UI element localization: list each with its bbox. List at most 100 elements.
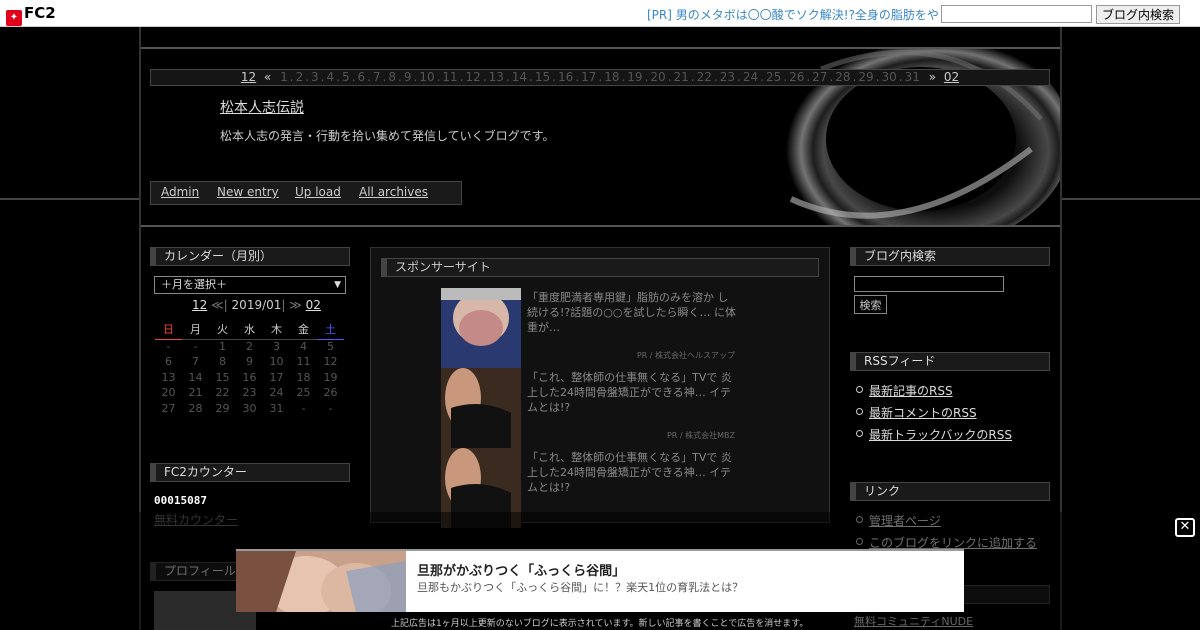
- fc2-logo[interactable]: ✦ FC2: [6, 4, 56, 26]
- day-separator: .: [459, 70, 464, 84]
- blog-description: 松本人志の発言・行動を拾い集めて発信していくブログです。: [220, 129, 555, 143]
- visitor-counter: 00015087: [154, 494, 207, 507]
- weekday-label: 水: [236, 322, 263, 340]
- day-link: 9: [403, 70, 412, 84]
- day-link: 23: [719, 70, 736, 84]
- next-arrow: »: [928, 70, 937, 84]
- prev-month-link[interactable]: 12: [241, 70, 256, 84]
- menu-all-archives[interactable]: All archives: [359, 185, 428, 199]
- fc2-fox-icon: ✦: [6, 10, 22, 26]
- day-separator: .: [783, 70, 788, 84]
- day-separator: .: [367, 70, 371, 84]
- calendar-day: 5: [327, 339, 334, 353]
- calendar-day: 24: [269, 386, 284, 399]
- rss-entries-link[interactable]: 最新記事のRSS: [869, 384, 953, 398]
- blog-search-input[interactable]: [854, 276, 1004, 292]
- calendar-day: 30: [242, 401, 257, 415]
- next-month-link[interactable]: 02: [944, 70, 959, 84]
- day-link: 2: [295, 70, 304, 84]
- calendar-day: 31: [269, 401, 284, 415]
- close-icon[interactable]: ✕: [1175, 518, 1195, 537]
- calendar-day: 9: [246, 355, 253, 368]
- top-search-input[interactable]: [941, 5, 1092, 23]
- day-link: 3: [311, 70, 319, 84]
- weekday-label: 土: [317, 322, 344, 340]
- weekday-label: 木: [263, 322, 290, 340]
- ad-source: PR / 株式会社MBZ: [666, 431, 735, 440]
- calendar-day: -: [328, 401, 333, 415]
- day-link: 24: [742, 70, 759, 84]
- day-link: 25: [765, 70, 782, 84]
- ad-text[interactable]: 「重度肥満者専用鍵」脂肪のみを溶か し続ける!?話題の○○を試したら瞬く… に体…: [527, 290, 737, 335]
- day-link: 5: [341, 70, 350, 84]
- cal-next-link[interactable]: 02: [306, 298, 321, 312]
- day-link: 10: [419, 70, 435, 84]
- day-archive-bar: 12 « 1. 2. 3. 4. 5. 6. 7. 8. 9. 10. 11. 12. 13. 14. 15…: [150, 69, 1050, 86]
- day-link: 20: [650, 70, 666, 84]
- day-separator: .: [436, 70, 441, 84]
- day-separator: .: [760, 70, 764, 84]
- day-separator: .: [575, 70, 580, 84]
- calendar-day: 3: [273, 339, 280, 353]
- overlay-ad-note: 上記広告は1ヶ月以上更新のないブログに表示されています。新しい記事を書くことで広…: [391, 619, 809, 629]
- overlay-ad-card[interactable]: 旦那がかぶりつく「ふっくら谷間」 旦那もかぶりつく「ふっくら谷間」に！？楽天1位…: [236, 549, 964, 612]
- day-separator: .: [621, 70, 626, 84]
- chevron-down-icon: ▼: [334, 280, 341, 290]
- blog-search-button[interactable]: 検索: [854, 295, 887, 314]
- cal-prev-link[interactable]: 12: [192, 298, 207, 312]
- ad-thumbnail[interactable]: [441, 288, 521, 368]
- overlay-ad-title[interactable]: 旦那がかぶりつく「ふっくら谷間」: [417, 560, 625, 579]
- header-rule-left: [0, 198, 139, 200]
- day-separator: .: [552, 70, 556, 84]
- calendar-week: 20 21 22 23 24 25 26: [155, 386, 345, 402]
- rss-trackbacks-link[interactable]: 最新トラックバックのRSS: [869, 428, 1012, 442]
- menu-new-entry[interactable]: New entry: [217, 185, 279, 199]
- ad-text[interactable]: 「これ、整体師の仕事無くなる」TVで 炎上した24時間骨盤矯正ができる神… イテ…: [527, 450, 737, 495]
- weekday-label: 日: [155, 322, 182, 340]
- calendar-day: 4: [300, 339, 307, 353]
- calendar-day: 15: [215, 370, 230, 384]
- blog-title[interactable]: 松本人志伝説: [220, 97, 304, 117]
- calendar-day: 14: [188, 370, 203, 384]
- overlay-ad-image[interactable]: [236, 551, 406, 612]
- day-separator: .: [737, 70, 741, 84]
- calendar-day: -: [193, 339, 198, 353]
- calendar-day: 13: [161, 370, 176, 384]
- day-separator: .: [289, 70, 294, 84]
- menu-upload[interactable]: Up load: [295, 185, 341, 199]
- calendar-day: 17: [269, 370, 284, 384]
- day-separator: .: [806, 70, 811, 84]
- calendar-day: -: [166, 339, 171, 353]
- calendar-nav: 12 ≪| 2019/01| ≫ 02: [192, 298, 321, 312]
- links-heading: リンク: [850, 482, 1050, 501]
- day-link: 12: [465, 70, 481, 84]
- calendar-day: 26: [323, 386, 338, 399]
- calendar-day: 11: [296, 355, 311, 368]
- calendar-day: 6: [165, 355, 172, 368]
- rss-comments-link[interactable]: 最新コメントのRSS: [869, 406, 977, 420]
- day-separator: .: [898, 70, 903, 84]
- day-link: 31: [904, 70, 920, 84]
- weekday-label: 火: [209, 322, 236, 340]
- top-search-button[interactable]: ブログ内検索: [1096, 5, 1180, 24]
- list-item: 最新コメントのRSS: [856, 404, 1012, 426]
- calendar-day: 18: [296, 370, 311, 384]
- day-separator: .: [398, 70, 402, 84]
- day-link: 18: [604, 70, 620, 84]
- sponsor-box: スポンサーサイト 「重度肥満者専用鍵」脂肪のみを溶か し続ける!?話題の○○を試…: [370, 247, 830, 528]
- menu-admin[interactable]: Admin: [161, 185, 199, 199]
- calendar-grid: 日月火水木金土 - -1 2 3 4 5 6 7 8 9 10 11 12 13 14 15 16 17 18 19 2…: [155, 322, 345, 417]
- fc2-top-bar: ✦ FC2 [PR] 男のメタボは〇〇酸でソク解決!?全身の脂肪をや ブログ内検索: [0, 0, 1200, 27]
- month-select[interactable]: ＋月を選択＋ ▼: [154, 276, 346, 294]
- pr-ad-link[interactable]: [PR] 男のメタボは〇〇酸でソク解決!?全身の脂肪をや: [647, 6, 939, 23]
- day-separator: .: [305, 70, 310, 84]
- calendar-day: 10: [269, 355, 284, 368]
- calendar-week: 6 7 8 9 10 11 12: [155, 355, 345, 371]
- day-separator: .: [413, 70, 418, 84]
- calendar-day: 22: [215, 386, 230, 399]
- overlay-ad-subtitle[interactable]: 旦那もかぶりつく「ふっくら谷間」に！？楽天1位の育乳法とは？: [417, 579, 743, 595]
- calendar-day: 1: [219, 339, 226, 353]
- ad-thumbnail[interactable]: [441, 368, 521, 448]
- calendar-day: 23: [242, 386, 257, 399]
- ad-text[interactable]: 「これ、整体師の仕事無くなる」TVで 炎上した24時間骨盤矯正ができる神… イテ…: [527, 370, 737, 415]
